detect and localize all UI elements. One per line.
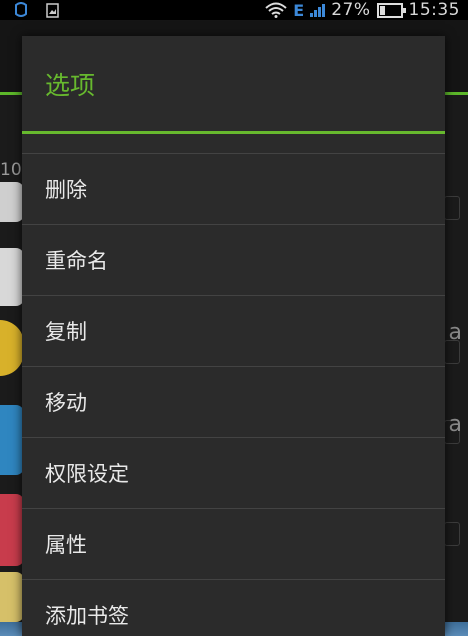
background-right-letter: a	[448, 412, 462, 437]
battery-icon	[376, 2, 406, 18]
background-document-icon	[0, 248, 24, 306]
background-media-icon	[0, 494, 24, 566]
menu-item-add-bookmark[interactable]: 添加书签	[22, 579, 445, 636]
network-type: E	[293, 0, 305, 20]
background-file-icon	[0, 182, 24, 222]
title-divider	[22, 131, 445, 134]
menu-item-rename[interactable]: 重命名	[22, 224, 445, 295]
background-checkbox	[444, 196, 460, 220]
menu-item-move[interactable]: 移动	[22, 366, 445, 437]
background-checkbox	[444, 522, 460, 546]
battery-percent: 27%	[331, 0, 371, 20]
options-dialog: 选项 删除 重命名 复制 移动 权限设定 属性 添加书签	[22, 36, 445, 636]
menu-item-permissions[interactable]: 权限设定	[22, 437, 445, 508]
background-row-number: 10	[0, 160, 22, 180]
options-menu: 删除 重命名 复制 移动 权限设定 属性 添加书签	[22, 153, 445, 636]
dialog-title: 选项	[45, 70, 96, 100]
status-left-icons	[14, 0, 59, 20]
background-right-letter: a	[448, 320, 462, 345]
status-right-icons: E 27% 15:35	[265, 0, 460, 20]
background-app-icon	[0, 405, 24, 475]
clock: 15:35	[408, 0, 460, 20]
menu-item-delete[interactable]: 删除	[22, 153, 445, 224]
menu-item-copy[interactable]: 复制	[22, 295, 445, 366]
notification-icon	[15, 2, 27, 17]
background-folder-icon	[0, 572, 24, 622]
status-bar: E 27% 15:35	[0, 0, 468, 20]
signal-icon	[310, 3, 326, 17]
menu-item-properties[interactable]: 属性	[22, 508, 445, 579]
image-icon	[46, 2, 59, 18]
wifi-icon	[265, 2, 287, 18]
